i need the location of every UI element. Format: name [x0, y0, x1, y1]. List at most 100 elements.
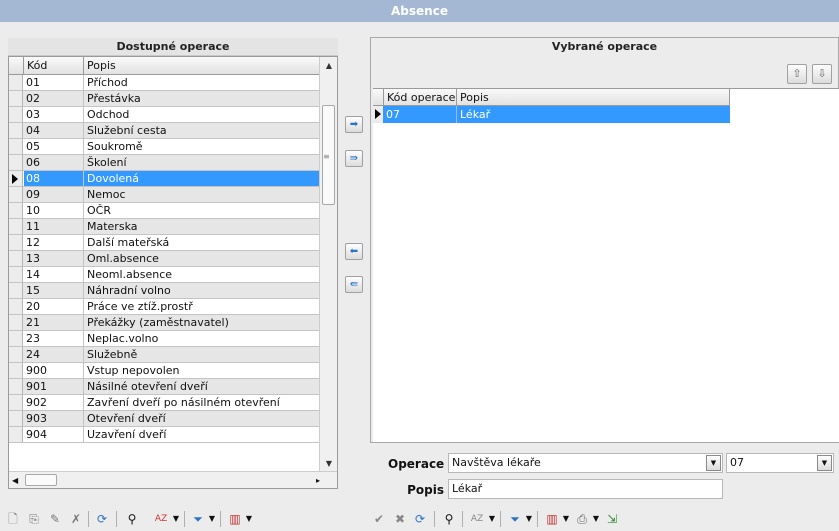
table-row[interactable]: 14 Neoml.absence — [9, 267, 319, 283]
arrow-left-icon: ⬅ — [349, 246, 359, 257]
columns-icon[interactable]: ▥ — [544, 511, 560, 527]
table-row[interactable]: 15 Náhradní volno — [9, 283, 319, 299]
sort-az-icon[interactable]: AZ — [152, 511, 170, 527]
available-operations-grid[interactable]: Kód Popis 01 Příchod 02 Přestávka 03 Odchod 04… — [8, 56, 338, 489]
cancel-icon[interactable]: ✖ — [392, 511, 408, 527]
cell-popis: Neoml.absence — [87, 268, 173, 281]
row-indicator — [9, 91, 23, 106]
selected-operations-grid[interactable]: Kód operace Popis 07 Lékař — [373, 88, 839, 442]
table-row[interactable]: 21 Překážky (zaměstnavatel) — [9, 315, 319, 331]
table-row[interactable]: 06 Školení — [9, 155, 319, 171]
scroll-right-icon[interactable]: ▸ — [316, 472, 320, 488]
table-row[interactable]: 11 Materska — [9, 219, 319, 235]
move-up-button[interactable]: ⇧ — [787, 64, 807, 84]
confirm-icon[interactable]: ✔ — [371, 511, 387, 527]
chevron-down-icon[interactable]: ▼ — [488, 511, 496, 527]
column-header-popis-selected[interactable]: Popis — [457, 89, 730, 106]
chevron-down-icon[interactable]: ▼ — [208, 511, 216, 527]
toolbar-separator — [88, 511, 89, 527]
row-indicator — [9, 267, 23, 282]
row-indicator — [9, 187, 23, 202]
table-row[interactable]: 903 Otevření dveří — [9, 411, 319, 427]
sort-az-icon[interactable]: AZ — [468, 511, 486, 527]
table-row[interactable]: 13 Oml.absence — [9, 251, 319, 267]
row-indicator — [9, 363, 23, 378]
table-row[interactable]: 904 Uzavření dveří — [9, 427, 319, 443]
move-down-button[interactable]: ⇩ — [812, 64, 832, 84]
table-row[interactable]: 901 Násilné otevření dveří — [9, 379, 319, 395]
scroll-left-icon[interactable]: ◀ — [12, 472, 18, 488]
current-row-arrow-icon — [375, 109, 381, 119]
row-indicator — [9, 139, 23, 154]
move-all-left-button[interactable]: ⇚ — [345, 276, 363, 293]
find-binoculars-icon[interactable]: ⚲ — [124, 511, 140, 527]
copy-record-icon[interactable]: ⎘ — [27, 511, 41, 527]
cell-kod: 903 — [24, 411, 84, 426]
chevron-down-icon[interactable]: ▼ — [525, 511, 533, 527]
chevron-down-icon[interactable]: ▼ — [592, 511, 600, 527]
cell-popis: Odchod — [87, 108, 130, 121]
toolbar-separator — [537, 511, 538, 527]
table-row[interactable]: 24 Služebně — [9, 347, 319, 363]
horizontal-scrollbar[interactable]: ◀ ▸ — [9, 471, 337, 488]
table-row[interactable]: 08 Dovolená — [9, 171, 319, 187]
refresh-icon[interactable]: ⟳ — [412, 511, 428, 527]
selected-operations-header: Vybrané operace — [371, 38, 838, 56]
row-indicator — [9, 251, 23, 266]
table-row[interactable]: 03 Odchod — [9, 107, 319, 123]
scroll-up-icon[interactable]: ▲ — [320, 57, 337, 74]
filter-icon[interactable]: ⏷ — [507, 511, 523, 527]
table-row[interactable]: 12 Další mateřská — [9, 235, 319, 251]
table-row[interactable]: 02 Přestávka — [9, 91, 319, 107]
arrow-down-icon: ⇩ — [817, 67, 827, 80]
table-row[interactable]: 23 Neplac.volno — [9, 331, 319, 347]
toolbar-separator — [220, 511, 221, 527]
table-row[interactable]: 900 Vstup nepovolen — [9, 363, 319, 379]
popis-label: Popis — [407, 483, 444, 497]
chevron-down-icon[interactable]: ▼ — [562, 511, 570, 527]
popis-input[interactable]: Lékař — [448, 479, 723, 499]
edit-record-icon[interactable]: ✎ — [48, 511, 62, 527]
move-right-button[interactable]: ➡ — [345, 116, 363, 133]
columns-icon[interactable]: ▥ — [227, 511, 243, 527]
table-row[interactable]: 01 Příchod — [9, 75, 319, 91]
find-binoculars-icon[interactable]: ⚲ — [441, 511, 457, 527]
toolbar-separator — [116, 511, 117, 527]
vertical-scrollbar[interactable]: ▲ ≡ ▼ — [319, 57, 337, 472]
refresh-icon[interactable]: ⟳ — [94, 511, 110, 527]
row-indicator — [9, 75, 23, 90]
chevron-down-icon[interactable]: ▼ — [172, 511, 180, 527]
table-row[interactable]: 10 OČR — [9, 203, 319, 219]
operace-select[interactable]: Navštěva lékaře — [448, 453, 723, 473]
table-row[interactable]: 07 Lékař — [373, 106, 730, 123]
column-header-popis[interactable]: Popis — [84, 57, 319, 75]
cell-popis: Zavření dveří po násilném otevření — [87, 396, 280, 409]
window-title: Absence — [0, 0, 839, 22]
table-row[interactable]: 09 Nemoc — [9, 187, 319, 203]
cell-popis: Dovolená — [84, 171, 319, 186]
table-row[interactable]: 05 Soukromě — [9, 139, 319, 155]
print-icon[interactable]: ⎙ — [574, 511, 590, 527]
new-record-icon[interactable]: 🗋 — [6, 511, 20, 527]
hscroll-thumb[interactable] — [25, 474, 57, 486]
row-indicator-header — [9, 57, 24, 75]
available-grid-header: Kód Popis — [9, 57, 319, 75]
cell-popis: Školení — [87, 156, 127, 169]
operace-dropdown-icon[interactable]: ▼ — [706, 455, 721, 471]
cell-kod: 13 — [24, 251, 84, 266]
operace-code-dropdown-icon[interactable]: ▼ — [817, 455, 832, 471]
cell-kod: 10 — [24, 203, 84, 218]
filter-icon[interactable]: ⏷ — [190, 511, 206, 527]
column-header-kod-operace[interactable]: Kód operace — [383, 89, 457, 106]
column-header-kod[interactable]: Kód — [24, 57, 84, 75]
move-left-button[interactable]: ⬅ — [345, 243, 363, 260]
move-all-right-button[interactable]: ⇛ — [345, 150, 363, 167]
table-row[interactable]: 04 Služební cesta — [9, 123, 319, 139]
table-row[interactable]: 20 Práce ve ztíž.prostř — [9, 299, 319, 315]
chevron-down-icon[interactable]: ▼ — [245, 511, 253, 527]
export-icon[interactable]: ⇲ — [604, 511, 620, 527]
cell-popis: Překážky (zaměstnavatel) — [87, 316, 229, 329]
delete-record-icon[interactable]: ✗ — [69, 511, 83, 527]
table-row[interactable]: 902 Zavření dveří po násilném otevření — [9, 395, 319, 411]
scroll-down-icon[interactable]: ▼ — [320, 455, 337, 472]
